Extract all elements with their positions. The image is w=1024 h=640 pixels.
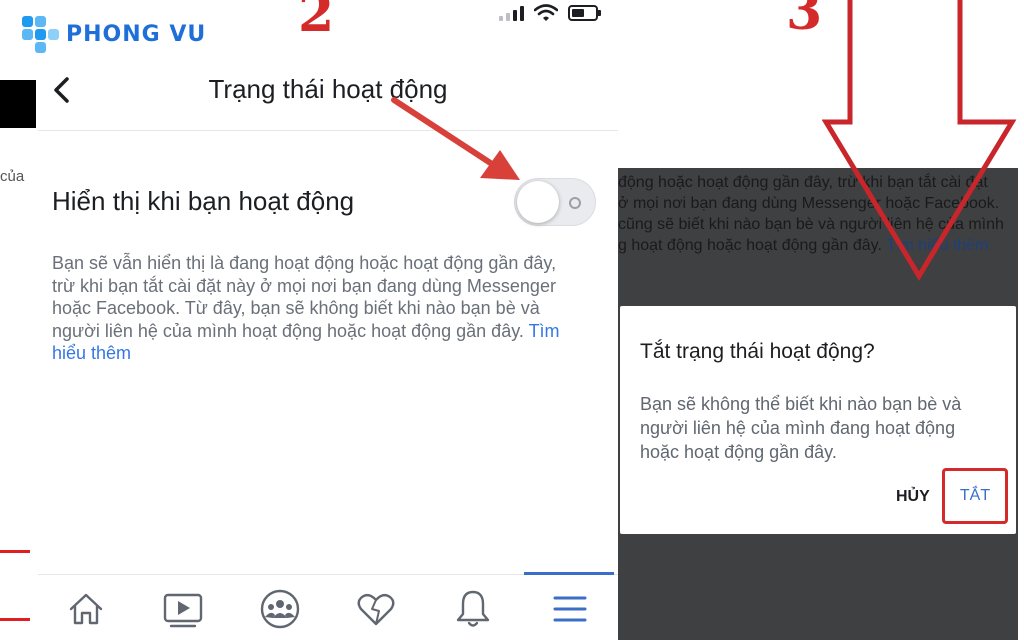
status-bar (499, 4, 601, 22)
wifi-icon (534, 4, 558, 21)
cropped-red-mark (0, 550, 30, 553)
nav-menu[interactable] (521, 578, 618, 640)
video-icon (163, 593, 203, 628)
cropped-red-mark (0, 618, 30, 621)
bottom-nav (38, 578, 618, 640)
nav-active-indicator (524, 572, 614, 575)
activity-status-screen: Trạng thái hoạt động Hiển thị khi bạn ho… (38, 0, 618, 640)
dialog-body: Bạn sẽ không thể biết khi nào bạn bè và … (640, 394, 962, 462)
active-status-toggle[interactable] (514, 178, 596, 226)
left-cropped-panel: của (0, 0, 36, 640)
header-divider (38, 130, 618, 131)
confirm-dialog: Tắt trạng thái hoạt động? Bạn sẽ không t… (620, 306, 1016, 534)
nav-notifications[interactable] (425, 578, 522, 640)
setting-label: Hiển thị khi bạn hoạt động (52, 186, 355, 216)
nav-dating[interactable] (328, 578, 425, 640)
dialog-title: Tắt trạng thái hoạt động? (640, 340, 875, 363)
confirm-dialog-screen: động hoặc hoạt động gần đây, trừ khi bạn… (618, 0, 1024, 640)
battery-icon (568, 5, 601, 21)
dating-icon (357, 593, 395, 626)
setting-description: Bạn sẽ vẫn hiển thị là đang hoạt động ho… (52, 252, 582, 365)
brand-name: PHONG VU (66, 21, 207, 47)
turn-off-label: TẮT (959, 487, 991, 504)
menu-icon (553, 596, 587, 622)
cancel-button[interactable]: HỦY (896, 488, 930, 506)
home-icon (70, 593, 103, 625)
nav-home[interactable] (38, 578, 135, 640)
page-title: Trạng thái hoạt động (208, 74, 448, 104)
bell-icon (456, 590, 490, 627)
nav-watch[interactable] (135, 578, 232, 640)
toggle-knob (517, 181, 559, 223)
cropped-text: của (0, 168, 25, 185)
turn-off-button[interactable]: TẮT (942, 468, 1008, 524)
brand-logo: PHONG VU (20, 14, 206, 54)
groups-icon (260, 589, 299, 629)
description-text: Bạn sẽ vẫn hiển thị là đang hoạt động ho… (52, 253, 557, 341)
brand-logo-icon (20, 14, 60, 54)
toggle-off-indicator (569, 197, 581, 209)
big-down-arrow-icon (822, 0, 1017, 281)
step-number-2: 2 (298, 0, 335, 44)
signal-icon (499, 5, 524, 21)
step-number-3: 3 (786, 0, 823, 42)
nav-groups[interactable] (231, 578, 328, 640)
cropped-dark-block (0, 80, 36, 128)
